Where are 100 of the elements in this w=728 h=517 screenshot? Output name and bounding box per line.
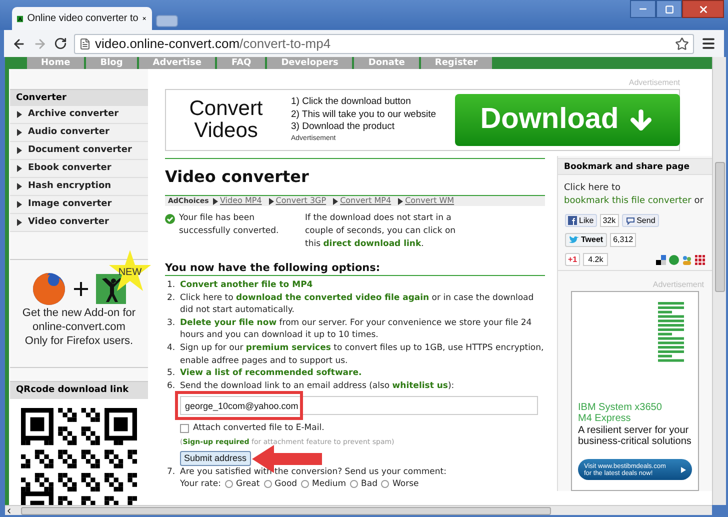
link[interactable]: Delete your file now (180, 318, 277, 328)
ad-label: Advertisement (628, 77, 680, 89)
bookmark-star-icon[interactable] (675, 36, 689, 50)
list-number: 4. (166, 342, 176, 355)
triangle-icon (17, 129, 22, 136)
back-icon[interactable] (12, 36, 26, 50)
new-tab-button[interactable] (156, 15, 178, 27)
ad-title: Videos (194, 120, 258, 142)
ad-link[interactable]: Convert WM (398, 195, 454, 207)
share-heading: Bookmark and share page (558, 158, 712, 175)
like-button[interactable]: Like (565, 214, 597, 227)
link[interactable]: download the converted video file again (236, 292, 430, 303)
link[interactable]: Convert another file to MP4 (180, 280, 313, 290)
radio-button[interactable] (350, 480, 358, 488)
people-icon[interactable] (682, 254, 692, 264)
list-number: 1. (166, 279, 176, 292)
sidebar-item[interactable]: Document converter (10, 142, 148, 160)
checkbox[interactable] (180, 424, 189, 434)
like-count: 32k (600, 214, 619, 227)
ad-step: 3) Download the product (291, 121, 436, 134)
ad-headline: M4 Express (578, 413, 632, 424)
firefox-icon (32, 272, 66, 306)
option-text: Delete your file now from our server. For your convenience we store your file 24 hours and you can download it up to 10 times. (180, 316, 533, 342)
link[interactable]: premium services (246, 342, 331, 353)
sidebar-item[interactable]: Audio converter (10, 124, 148, 142)
radio-button[interactable] (301, 480, 310, 488)
menu-icon[interactable] (701, 36, 716, 51)
radio-label: Medium (312, 478, 346, 491)
maximize-icon (664, 4, 674, 14)
tweet-button[interactable]: Tweet (565, 233, 608, 247)
triangle-icon (268, 198, 274, 204)
tab-title: Online video converter to (27, 12, 138, 26)
triangle-icon (17, 219, 22, 226)
close-button[interactable] (682, 0, 724, 18)
sidebar-item[interactable]: Ebook converter (10, 160, 148, 178)
close-icon[interactable] (142, 14, 147, 23)
list-number: 7. (166, 466, 176, 479)
addon-text: Only for Firefox users. (24, 334, 134, 348)
squares-icon[interactable] (656, 254, 666, 264)
scrollbar-thumb[interactable] (21, 506, 551, 514)
addon-text: Get the new Add-on for (22, 306, 136, 320)
grid-icon[interactable] (695, 254, 705, 264)
success-message: Your file has been successfully converted. (179, 212, 280, 238)
scroll-left-icon[interactable] (5, 506, 13, 514)
maximize-button[interactable] (656, 0, 682, 18)
new-badge: NEW (108, 250, 152, 292)
sidebar-item[interactable]: Hash encryption (10, 178, 148, 196)
submit-button[interactable]: Submit address (180, 450, 251, 466)
triangle-icon (17, 147, 22, 154)
sidebar-heading: QRcode download link (10, 382, 148, 399)
speech-bubble-icon (626, 216, 635, 224)
addon-figure-icon (96, 274, 126, 304)
reload-icon[interactable] (54, 37, 67, 50)
ad-step: 1) Click the download button (291, 96, 436, 109)
radio-button[interactable] (224, 480, 233, 488)
radio-label: Bad (361, 478, 378, 491)
ad-link[interactable]: Convert 3GP (268, 195, 326, 207)
forward-icon[interactable] (33, 36, 47, 50)
minimize-button[interactable] (630, 0, 656, 18)
url-text: video.online-convert.com/convert-to-mp4 (95, 34, 331, 53)
send-button[interactable]: Send (622, 214, 660, 227)
horizontal-scrollbar[interactable] (5, 505, 712, 515)
address-bar[interactable]: video.online-convert.com/convert-to-mp4 (74, 34, 694, 54)
triangle-icon (398, 198, 404, 204)
sidebar-item[interactable]: Image converter (10, 196, 148, 214)
rating-label: Your rate: (180, 478, 221, 491)
ad-label: Advertisement (652, 279, 704, 291)
triangle-icon (213, 198, 218, 204)
option-text: Send the download link to an email address (also whitelist us): (180, 380, 456, 392)
facebook-icon (568, 216, 577, 225)
sidebar-heading: Converter (10, 89, 148, 106)
link[interactable]: whitelist us (392, 380, 448, 391)
radio-label: Worse (392, 478, 419, 491)
plus-one-button[interactable]: +1 (565, 253, 580, 266)
triangle-icon (17, 183, 22, 190)
list-number: 6. (166, 380, 176, 393)
scrollbar-thumb[interactable] (714, 162, 724, 292)
vertical-scrollbar[interactable] (712, 57, 726, 505)
page-icon (79, 38, 91, 50)
browser-tab[interactable]: Online video converter to (12, 7, 152, 30)
checkbox-label: Attach converted file to E-Mail. (193, 422, 324, 435)
link[interactable]: View a list of recommended software. (180, 368, 362, 378)
email-field[interactable]: george_10com@yahoo.com (180, 396, 538, 416)
ad-link[interactable]: Convert MP4 (333, 195, 392, 207)
radio-button[interactable] (264, 480, 272, 488)
link[interactable]: direct download link (323, 239, 422, 249)
sidebar-item[interactable]: Archive converter (10, 106, 148, 124)
ad-link[interactable]: Video MP4 (213, 195, 262, 207)
option-text: Click here to download the converted video file again or in case the download did not start automatically. (180, 292, 535, 317)
plus-icon (74, 282, 88, 296)
check-circle-icon (165, 214, 175, 224)
download-button[interactable]: Download (455, 94, 680, 146)
ad-title: Convert (189, 98, 263, 120)
triangle-icon (17, 201, 22, 208)
radio-label: Good (274, 478, 298, 491)
radio-button[interactable] (381, 480, 390, 488)
link[interactable]: bookmark this file converter (564, 196, 692, 206)
list-number: 3. (166, 316, 176, 330)
sidebar-item[interactable]: Video converter (10, 214, 148, 232)
radio-label: Great (236, 478, 260, 491)
